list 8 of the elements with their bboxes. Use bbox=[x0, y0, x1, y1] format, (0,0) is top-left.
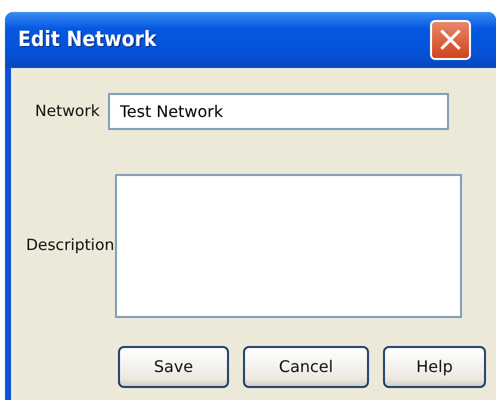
window-title: Edit Network bbox=[18, 26, 156, 54]
description-field[interactable] bbox=[115, 174, 462, 318]
help-button[interactable]: Help bbox=[383, 346, 486, 388]
save-button[interactable]: Save bbox=[118, 346, 229, 388]
field-label: Description bbox=[26, 235, 114, 256]
network-field[interactable]: Test Network bbox=[108, 93, 449, 130]
field-label: Network bbox=[35, 100, 100, 122]
cancel-button[interactable]: Cancel bbox=[243, 346, 369, 388]
